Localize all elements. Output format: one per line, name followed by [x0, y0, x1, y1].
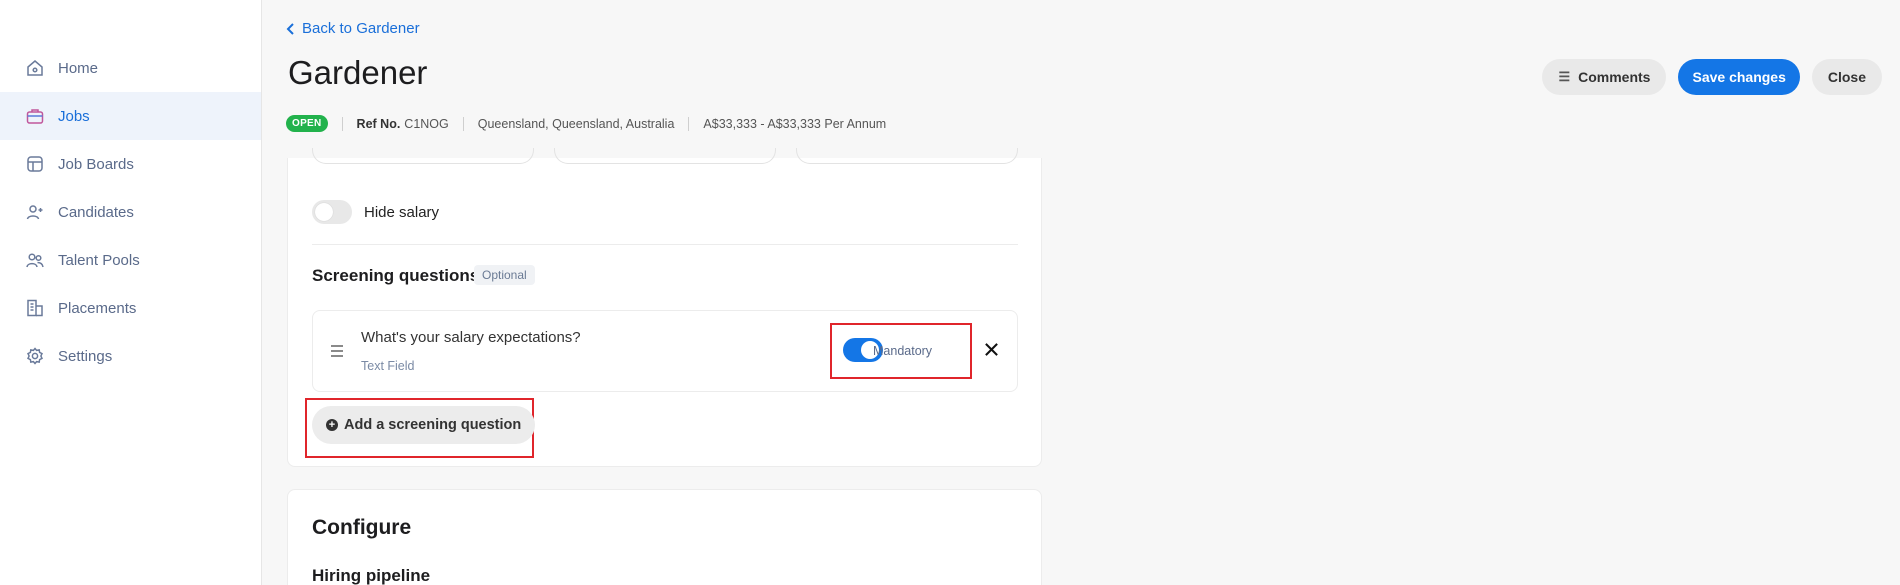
- home-icon: [24, 57, 46, 79]
- chevron-left-icon: [286, 22, 294, 35]
- field-stub: [312, 148, 534, 164]
- sidebar-nav: Home Jobs Job Boards Candidates Talent P…: [0, 44, 261, 380]
- add-screening-question-label: Add a screening question: [344, 417, 522, 433]
- app-root: Home Jobs Job Boards Candidates Talent P…: [0, 0, 1900, 585]
- close-button[interactable]: Close: [1811, 59, 1882, 95]
- screening-question-item: What's your salary expectations? Text Fi…: [312, 310, 1018, 392]
- comments-label: Comments: [1578, 69, 1651, 85]
- toggle-knob: [315, 203, 333, 221]
- job-location: Queensland, Queensland, Australia: [477, 116, 675, 131]
- remove-question-button[interactable]: [979, 337, 1003, 361]
- hide-salary-label: Hide salary: [364, 204, 440, 221]
- add-screening-question-button[interactable]: + Add a screening question: [312, 406, 536, 444]
- back-link[interactable]: Back to Gardener: [286, 20, 420, 37]
- sidebar-item-label: Talent Pools: [58, 251, 140, 269]
- plus-circle-icon: +: [326, 419, 338, 431]
- screening-questions-title: Screening questions: [312, 266, 480, 285]
- field-stub: [554, 148, 776, 164]
- meta-divider: [462, 116, 464, 131]
- field-stub: [796, 148, 1018, 164]
- sidebar-item-candidates[interactable]: Candidates: [0, 188, 261, 236]
- status-badge: OPEN: [286, 115, 328, 132]
- hide-salary-toggle[interactable]: [312, 200, 352, 224]
- sidebar-item-job-boards[interactable]: Job Boards: [0, 140, 261, 188]
- sidebar-item-label: Settings: [58, 347, 113, 365]
- sidebar-item-settings[interactable]: Settings: [0, 332, 261, 380]
- sidebar-item-talent-pools[interactable]: Talent Pools: [0, 236, 261, 284]
- sidebar-item-label: Home: [58, 59, 99, 77]
- sidebar-item-label: Jobs: [58, 107, 90, 125]
- gear-icon: [24, 345, 46, 367]
- sidebar-item-label: Candidates: [58, 203, 134, 221]
- page-title: Gardener: [288, 54, 428, 91]
- list-icon: ☰: [1558, 69, 1571, 84]
- configure-card: Configure Hiring pipeline: [287, 489, 1042, 585]
- drag-handle-icon[interactable]: [331, 345, 343, 360]
- mandatory-label: Mandatory: [873, 344, 933, 358]
- question-title: What's your salary expectations?: [361, 329, 581, 346]
- sidebar-item-home[interactable]: Home: [0, 44, 261, 92]
- question-type: Text Field: [361, 359, 415, 373]
- meta-divider: [688, 116, 690, 131]
- save-changes-button[interactable]: Save changes: [1678, 59, 1800, 95]
- sidebar-item-jobs[interactable]: Jobs: [0, 92, 261, 140]
- job-boards-icon: [24, 153, 46, 175]
- back-link-label: Back to Gardener: [302, 20, 420, 37]
- hiring-pipeline-title: Hiring pipeline: [312, 566, 431, 585]
- talent-pools-icon: [24, 249, 46, 271]
- comments-button[interactable]: ☰ Comments: [1542, 59, 1667, 95]
- briefcase-icon: [24, 105, 46, 127]
- ref-value: C1NOG: [404, 116, 449, 131]
- header-actions: ☰ Comments Save changes Close: [1542, 59, 1882, 95]
- sidebar-item-placements[interactable]: Placements: [0, 284, 261, 332]
- sidebar-item-label: Placements: [58, 299, 137, 317]
- job-details-card: Hide salary Screening questions Optional…: [287, 148, 1042, 467]
- meta-divider: [341, 116, 343, 131]
- job-salary: A$33,333 - A$33,333 Per Annum: [703, 116, 887, 131]
- section-divider: [312, 244, 1018, 245]
- configure-title: Configure: [312, 516, 412, 539]
- placements-icon: [24, 297, 46, 319]
- optional-badge: Optional: [474, 265, 535, 285]
- candidates-icon: [24, 201, 46, 223]
- ref-label: Ref No.: [356, 116, 401, 131]
- job-meta: OPEN Ref No. C1NOG Queensland, Queenslan…: [286, 115, 886, 132]
- close-icon: [984, 342, 998, 356]
- sidebar-item-label: Job Boards: [58, 155, 134, 173]
- sidebar: Home Jobs Job Boards Candidates Talent P…: [0, 0, 262, 585]
